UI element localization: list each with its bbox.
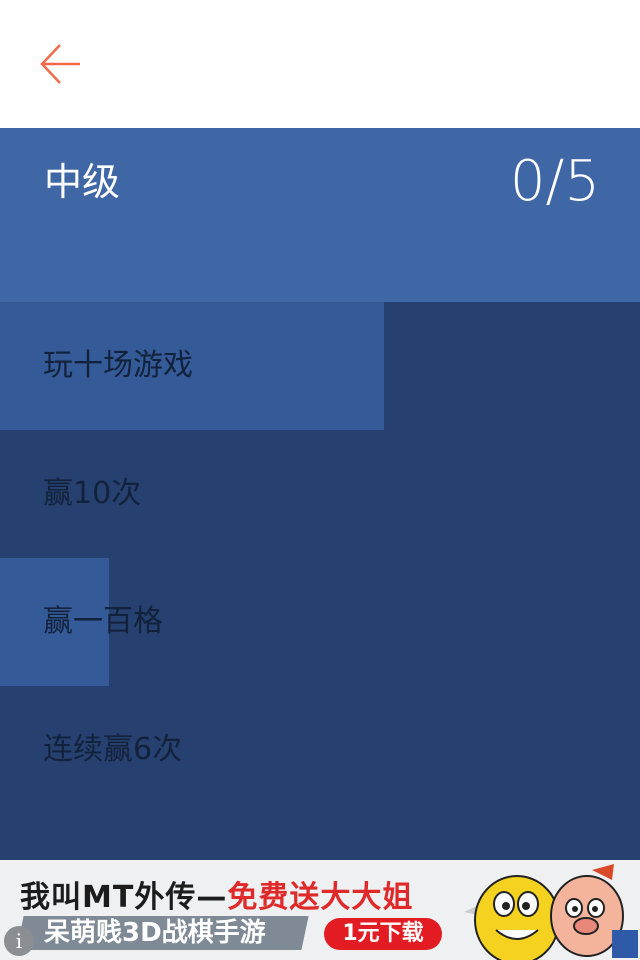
task-row[interactable]: 玩十场游戏 bbox=[0, 302, 640, 430]
level-title: 中级 bbox=[44, 160, 121, 204]
task-label: 连续赢6次 bbox=[43, 732, 183, 767]
task-row[interactable]: 连续赢6次 bbox=[0, 686, 640, 814]
ad-download-button[interactable]: 1元下载 bbox=[324, 918, 442, 950]
ad-headline-part1: 我叫MT外传— bbox=[20, 880, 228, 915]
task-row[interactable]: 赢10次 bbox=[0, 430, 640, 558]
ad-banner[interactable]: 我叫MT外传—免费送大大姐 呆萌贱3D战棋手游 1元下载 i bbox=[0, 860, 640, 960]
level-progress: 0/5 bbox=[509, 149, 600, 214]
top-bar bbox=[0, 0, 640, 128]
ad-headline: 我叫MT外传—免费送大大姐 bbox=[20, 872, 413, 916]
task-list: 玩十场游戏 赢10次 赢一百格 连续赢6次 bbox=[0, 302, 640, 860]
task-label: 赢10次 bbox=[43, 476, 142, 511]
task-label: 玩十场游戏 bbox=[43, 348, 193, 383]
ad-mascots-illustration bbox=[464, 864, 638, 960]
task-label: 赢一百格 bbox=[43, 604, 163, 639]
info-icon[interactable]: i bbox=[4, 926, 34, 956]
ad-subtitle: 呆萌贱3D战棋手游 bbox=[44, 918, 266, 948]
arrow-left-icon bbox=[40, 44, 80, 84]
task-row[interactable]: 赢一百格 bbox=[0, 558, 640, 686]
ad-headline-highlight: 免费送大大姐 bbox=[227, 880, 414, 915]
back-button[interactable] bbox=[36, 40, 84, 88]
